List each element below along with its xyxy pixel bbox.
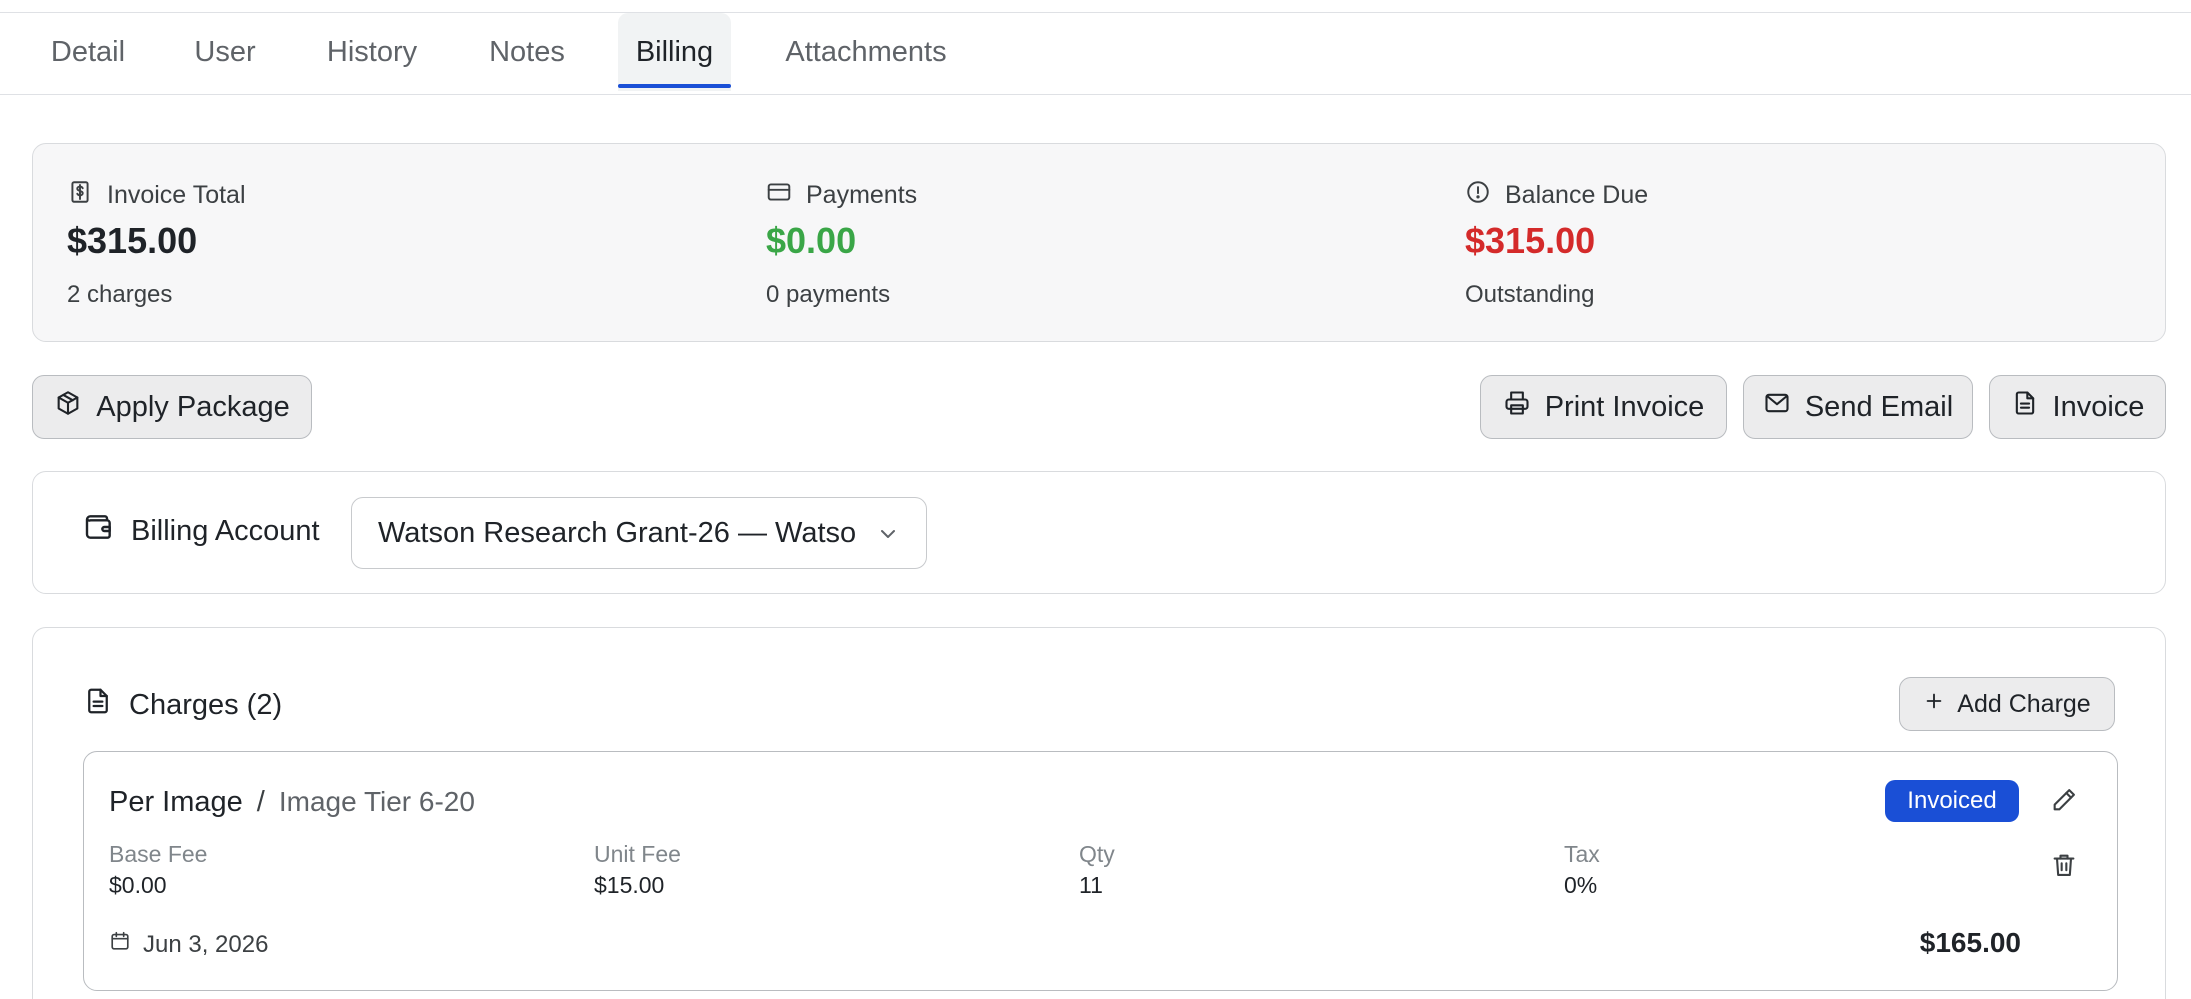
- credit-card-icon: [766, 179, 792, 212]
- invoice-label: Invoice: [2052, 390, 2145, 423]
- status-badge: Invoiced: [1885, 780, 2019, 822]
- invoice-button[interactable]: Invoice: [1989, 375, 2166, 439]
- tax-value: 0%: [1564, 872, 1598, 898]
- tab-history[interactable]: History: [308, 13, 436, 91]
- balance-due-value: $315.00: [1465, 220, 1596, 261]
- qty-label: Qty: [1079, 841, 1115, 867]
- pencil-icon: [2050, 786, 2078, 819]
- billing-account-panel: Billing Account Watson Research Grant-26…: [32, 471, 2166, 594]
- plus-icon: [1923, 690, 1945, 719]
- add-charge-button[interactable]: Add Charge: [1899, 677, 2115, 731]
- printer-icon: [1503, 389, 1531, 425]
- charge-item: Per Image / Image Tier 6-20 Invoiced Bas…: [83, 751, 2118, 991]
- base-fee-label: Base Fee: [109, 841, 208, 867]
- tab-bar: Detail User History Notes Billing Attach…: [0, 13, 2191, 95]
- delete-charge-button[interactable]: [2046, 849, 2082, 885]
- document-icon: [2011, 389, 2039, 425]
- tab-detail[interactable]: Detail: [30, 13, 146, 91]
- trash-icon: [2050, 851, 2078, 884]
- tax-label: Tax: [1564, 841, 1600, 867]
- wallet-icon: [83, 511, 115, 551]
- edit-charge-button[interactable]: [2046, 784, 2082, 820]
- send-email-label: Send Email: [1804, 390, 1954, 423]
- billing-account-value: Watson Research Grant-26 — Watson: [378, 517, 858, 549]
- balance-due-sub: Outstanding: [1465, 281, 1595, 308]
- print-invoice-label: Print Invoice: [1544, 390, 1705, 423]
- charge-separator: /: [256, 786, 265, 818]
- active-tab-indicator: [618, 84, 731, 88]
- apply-package-button[interactable]: Apply Package: [32, 375, 312, 439]
- payments-value: $0.00: [766, 220, 857, 261]
- base-fee-value: $0.00: [109, 872, 167, 898]
- payments-label: Payments: [806, 181, 918, 209]
- unit-fee-field: Unit Fee $15.00: [594, 841, 681, 899]
- charge-type: Per Image: [109, 786, 243, 818]
- package-icon: [54, 389, 82, 425]
- tax-field: Tax 0%: [1564, 841, 1600, 899]
- billing-summary: Invoice Total $315.00 2 charges Payments…: [32, 143, 2166, 342]
- qty-field: Qty 11: [1079, 841, 1115, 899]
- charge-tier: Image Tier 6-20: [278, 786, 475, 817]
- invoice-total-sub: 2 charges: [67, 281, 173, 308]
- billing-account-select[interactable]: Watson Research Grant-26 — Watson: [351, 497, 927, 569]
- tab-attachments[interactable]: Attachments: [764, 13, 968, 91]
- tab-billing[interactable]: Billing: [618, 13, 731, 91]
- invoice-total-value: $315.00: [67, 220, 198, 261]
- balance-due-label: Balance Due: [1505, 181, 1649, 209]
- charge-date: Jun 3, 2026: [143, 930, 269, 958]
- charge-amount: $165.00: [1919, 927, 2021, 958]
- tab-user[interactable]: User: [176, 13, 274, 91]
- dollar-receipt-icon: [67, 179, 93, 212]
- tab-notes[interactable]: Notes: [470, 13, 584, 91]
- unit-fee-value: $15.00: [594, 872, 665, 898]
- mail-icon: [1763, 389, 1791, 425]
- unit-fee-label: Unit Fee: [594, 841, 681, 867]
- payments-sub: 0 payments: [766, 281, 891, 308]
- alert-circle-icon: [1465, 179, 1491, 212]
- apply-package-label: Apply Package: [96, 390, 290, 423]
- billing-account-label: Billing Account: [131, 514, 320, 547]
- calendar-icon: [109, 930, 131, 959]
- add-charge-label: Add Charge: [1957, 689, 2091, 718]
- document-icon: [83, 686, 113, 724]
- print-invoice-button[interactable]: Print Invoice: [1480, 375, 1727, 439]
- qty-value: 11: [1079, 872, 1103, 898]
- charges-panel: Charges (2) Add Charge Per Image / Image…: [32, 627, 2166, 999]
- invoice-total-label: Invoice Total: [107, 181, 246, 209]
- charges-title: Charges (2): [129, 688, 283, 721]
- send-email-button[interactable]: Send Email: [1743, 375, 1973, 439]
- base-fee-field: Base Fee $0.00: [109, 841, 207, 899]
